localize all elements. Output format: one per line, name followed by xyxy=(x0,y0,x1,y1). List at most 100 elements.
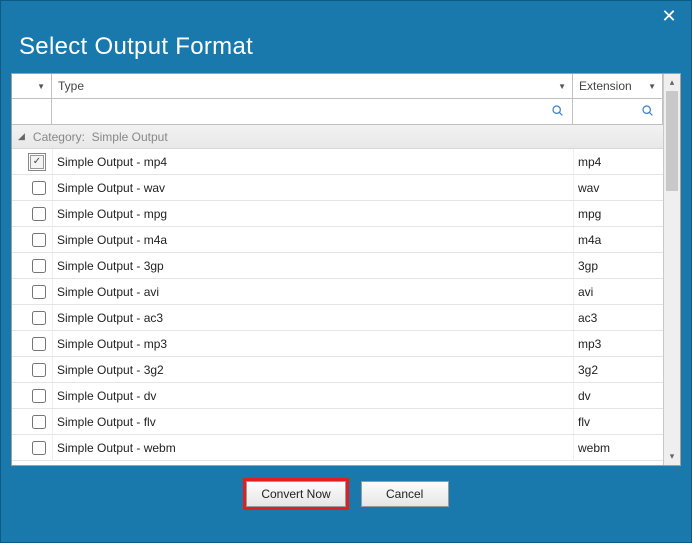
scrollbar-track[interactable] xyxy=(664,91,680,448)
scrollbar-thumb[interactable] xyxy=(666,91,678,191)
row-extension-cell: mp4 xyxy=(573,149,663,174)
row-checkbox-cell[interactable] xyxy=(12,331,52,356)
dialog-header: Select Output Format xyxy=(1,31,691,73)
row-checkbox[interactable] xyxy=(32,207,46,221)
row-extension-label: mpg xyxy=(578,207,601,221)
row-extension-label: 3gp xyxy=(578,259,598,273)
group-header[interactable]: ◢ Category: Simple Output xyxy=(12,125,663,149)
row-extension-label: 3g2 xyxy=(578,363,598,377)
row-extension-cell: 3g2 xyxy=(573,357,663,382)
scroll-down-icon[interactable]: ▾ xyxy=(664,448,680,465)
row-checkbox-cell[interactable] xyxy=(12,201,52,226)
column-header-row: ▼ Type ▼ Extension ▼ xyxy=(12,74,663,99)
column-header-checkbox[interactable]: ▼ xyxy=(12,74,52,98)
group-label-prefix: Category: xyxy=(33,130,85,144)
column-header-extension[interactable]: Extension ▼ xyxy=(573,74,663,98)
rows-container: ✓ Simple Output - mp4 mp4 Simple Output - w… xyxy=(12,149,663,465)
filter-cell-checkbox[interactable] xyxy=(12,99,52,124)
row-checkbox[interactable] xyxy=(32,285,46,299)
row-checkbox-cell[interactable] xyxy=(12,253,52,278)
row-type-label: Simple Output - 3gp xyxy=(57,259,164,273)
row-checkbox-cell[interactable] xyxy=(12,383,52,408)
close-icon[interactable]: ✕ xyxy=(657,4,681,28)
row-type-label: Simple Output - flv xyxy=(57,415,156,429)
row-extension-label: ac3 xyxy=(578,311,597,325)
table-row[interactable]: Simple Output - ac3 ac3 xyxy=(12,305,663,331)
row-type-cell: Simple Output - mp3 xyxy=(52,331,573,356)
convert-now-highlight: Convert Now xyxy=(243,478,348,510)
row-checkbox[interactable] xyxy=(32,311,46,325)
table-row[interactable]: Simple Output - mpg mpg xyxy=(12,201,663,227)
row-checkbox[interactable] xyxy=(32,259,46,273)
checkbox-checked-icon[interactable]: ✓ xyxy=(28,153,46,171)
row-checkbox-cell[interactable] xyxy=(12,357,52,382)
row-checkbox[interactable] xyxy=(32,441,46,455)
row-extension-label: wav xyxy=(578,181,599,195)
vertical-scrollbar[interactable]: ▴ ▾ xyxy=(663,74,680,465)
grid-panel: ▼ Type ▼ Extension ▼ xyxy=(11,73,681,466)
row-extension-cell: m4a xyxy=(573,227,663,252)
table-row[interactable]: Simple Output - 3g2 3g2 xyxy=(12,357,663,383)
table-row[interactable]: Simple Output - flv flv xyxy=(12,409,663,435)
row-checkbox[interactable] xyxy=(32,363,46,377)
table-row[interactable]: ✓ Simple Output - mp4 mp4 xyxy=(12,149,663,175)
row-type-label: Simple Output - dv xyxy=(57,389,156,403)
row-extension-cell: mpg xyxy=(573,201,663,226)
row-checkbox-cell[interactable] xyxy=(12,227,52,252)
scroll-up-icon[interactable]: ▴ xyxy=(664,74,680,91)
row-checkbox[interactable] xyxy=(32,389,46,403)
row-type-label: Simple Output - wav xyxy=(57,181,165,195)
search-icon xyxy=(641,104,654,120)
row-type-label: Simple Output - mp4 xyxy=(57,155,167,169)
chevron-down-icon: ▼ xyxy=(648,82,656,91)
row-extension-label: avi xyxy=(578,285,593,299)
row-type-cell: Simple Output - m4a xyxy=(52,227,573,252)
row-type-label: Simple Output - avi xyxy=(57,285,159,299)
table-row[interactable]: Simple Output - m4a m4a xyxy=(12,227,663,253)
grid-area: ▼ Type ▼ Extension ▼ xyxy=(12,74,663,465)
row-type-cell: Simple Output - wav xyxy=(52,175,573,200)
row-extension-label: dv xyxy=(578,389,591,403)
row-checkbox[interactable] xyxy=(32,233,46,247)
row-checkbox-cell[interactable]: ✓ xyxy=(12,149,52,174)
row-type-label: Simple Output - mp3 xyxy=(57,337,167,351)
filter-cell-extension[interactable] xyxy=(573,99,663,124)
row-type-cell: Simple Output - webm xyxy=(52,435,573,460)
row-checkbox-cell[interactable] xyxy=(12,175,52,200)
row-extension-label: m4a xyxy=(578,233,601,247)
row-checkbox-cell[interactable] xyxy=(12,409,52,434)
convert-now-button[interactable]: Convert Now xyxy=(246,481,345,507)
row-extension-label: mp3 xyxy=(578,337,601,351)
row-checkbox-cell[interactable] xyxy=(12,435,52,460)
row-type-cell: Simple Output - 3gp xyxy=(52,253,573,278)
row-checkbox-cell[interactable] xyxy=(12,279,52,304)
group-label-value: Simple Output xyxy=(92,130,168,144)
row-extension-label: mp4 xyxy=(578,155,601,169)
table-row[interactable]: Simple Output - wav wav xyxy=(12,175,663,201)
row-type-cell: Simple Output - ac3 xyxy=(52,305,573,330)
table-row[interactable]: Simple Output - avi avi xyxy=(12,279,663,305)
row-type-label: Simple Output - webm xyxy=(57,441,176,455)
cancel-button[interactable]: Cancel xyxy=(361,481,449,507)
row-extension-label: flv xyxy=(578,415,590,429)
table-row[interactable]: Simple Output - dv dv xyxy=(12,383,663,409)
row-type-label: Simple Output - ac3 xyxy=(57,311,163,325)
row-type-cell: Simple Output - 3g2 xyxy=(52,357,573,382)
row-checkbox-cell[interactable] xyxy=(12,305,52,330)
row-checkbox[interactable] xyxy=(32,415,46,429)
row-extension-cell: mp3 xyxy=(573,331,663,356)
table-row[interactable]: Simple Output - webmwebm xyxy=(12,435,663,461)
row-checkbox[interactable] xyxy=(32,181,46,195)
row-type-cell: Simple Output - mpg xyxy=(52,201,573,226)
table-row[interactable]: Simple Output - mp3 mp3 xyxy=(12,331,663,357)
row-type-cell: Simple Output - dv xyxy=(52,383,573,408)
dialog-title: Select Output Format xyxy=(19,33,673,61)
table-row[interactable]: Simple Output - 3gp 3gp xyxy=(12,253,663,279)
filter-cell-type[interactable] xyxy=(52,99,573,124)
row-extension-cell: flv xyxy=(573,409,663,434)
column-header-type[interactable]: Type ▼ xyxy=(52,74,573,98)
row-checkbox[interactable] xyxy=(32,337,46,351)
row-extension-cell: avi xyxy=(573,279,663,304)
row-type-cell: Simple Output - avi xyxy=(52,279,573,304)
column-header-type-label: Type xyxy=(58,79,84,93)
